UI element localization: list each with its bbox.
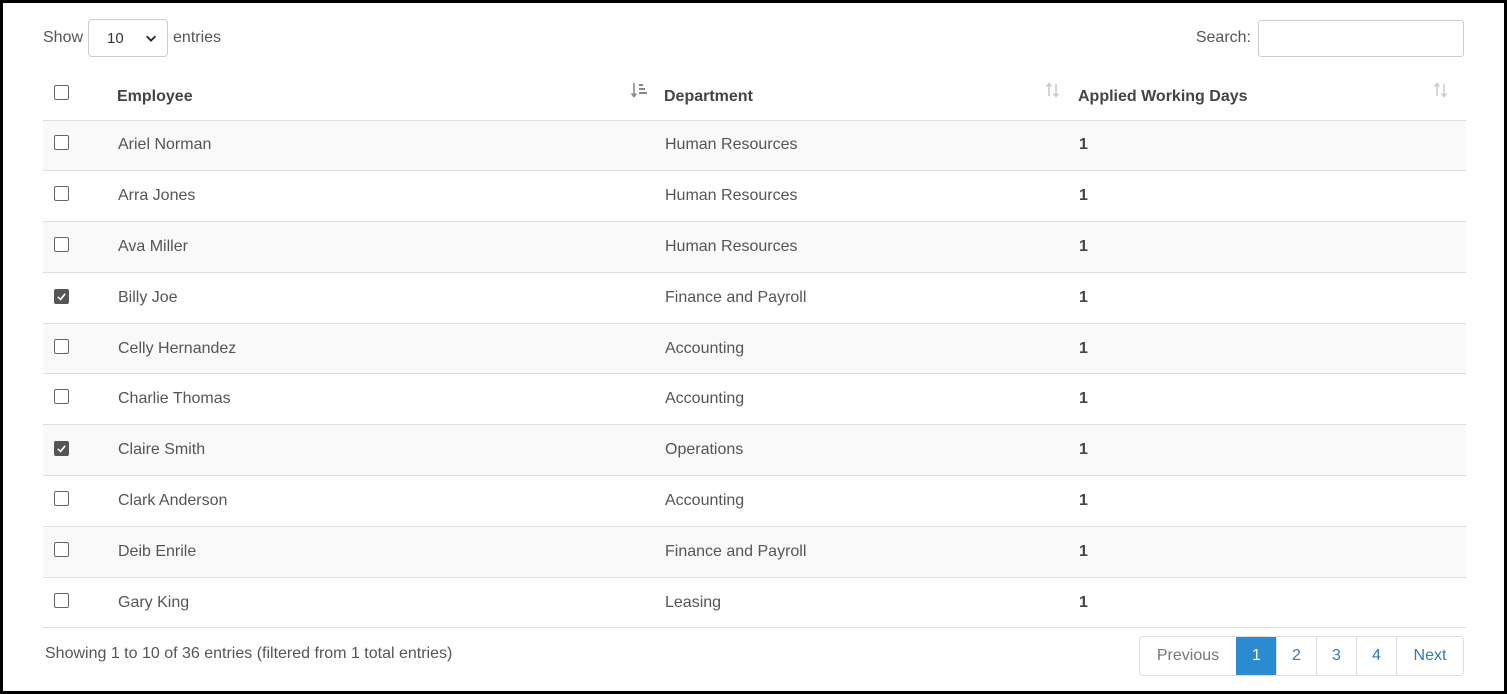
- employee-cell: Claire Smith: [118, 441, 206, 459]
- header-applied-working-days[interactable]: Applied Working Days: [1078, 70, 1466, 121]
- table-row[interactable]: Clark Anderson Accounting 1: [43, 475, 1466, 527]
- sort-unsorted-icon[interactable]: [1044, 81, 1062, 99]
- header-applied-working-days-label: Applied Working Days: [1078, 87, 1248, 105]
- header-department-label: Department: [664, 87, 753, 105]
- row-checkbox[interactable]: [54, 186, 69, 202]
- row-checkbox[interactable]: [54, 236, 69, 252]
- department-cell: Accounting: [665, 390, 745, 408]
- row-select-cell: [43, 526, 117, 577]
- check-icon: [57, 293, 66, 301]
- entries-per-page-value: 10: [107, 29, 124, 47]
- department-cell: Accounting: [665, 491, 745, 509]
- row-checkbox[interactable]: [54, 135, 69, 151]
- employee-cell: Gary King: [118, 593, 190, 611]
- table-row[interactable]: Arra Jones Human Resources 1: [43, 170, 1466, 222]
- row-select-cell: [43, 120, 117, 171]
- table-info: Showing 1 to 10 of 36 entries (filtered …: [45, 645, 453, 662]
- previous-page-button[interactable]: Previous: [1140, 637, 1236, 675]
- row-checkbox[interactable]: [54, 389, 69, 405]
- table-row[interactable]: Deib Enrile Finance and Payroll 1: [43, 526, 1466, 578]
- entries-per-page-select[interactable]: 10: [88, 19, 169, 57]
- row-checkbox[interactable]: [54, 490, 69, 506]
- show-label: Show: [43, 29, 84, 46]
- sort-ascending-icon[interactable]: [630, 81, 648, 99]
- row-select-cell: [43, 374, 117, 425]
- header-select-cell: [43, 70, 117, 121]
- row-select-cell: [43, 425, 117, 476]
- applied-working-days-cell: 1: [1079, 390, 1088, 408]
- row-select-cell: [43, 577, 117, 628]
- pagination: Previous 1 2 3 4 Next: [1139, 636, 1464, 676]
- department-cell: Leasing: [665, 593, 722, 611]
- entries-length-control: Show 10 entries: [43, 19, 221, 57]
- applied-working-days-cell: 1: [1079, 237, 1088, 255]
- search-label: Search:: [1195, 29, 1251, 46]
- employee-table-panel: Show 10 entries Search: Employee Departm…: [0, 0, 1507, 694]
- sort-unsorted-icon[interactable]: [1432, 81, 1450, 99]
- table-body: Ariel Norman Human Resources 1 Arra Jones Hu…: [43, 120, 1466, 628]
- department-cell: Human Resources: [665, 237, 798, 255]
- search-control: Search:: [1196, 19, 1464, 57]
- page-3-button[interactable]: 3: [1316, 637, 1356, 675]
- employee-table: Employee Department Applied Working Days: [43, 70, 1466, 628]
- page-4-button[interactable]: 4: [1356, 637, 1396, 675]
- department-cell: Operations: [665, 441, 744, 459]
- employee-cell: Arra Jones: [118, 187, 196, 205]
- applied-working-days-cell: 1: [1079, 187, 1088, 205]
- row-checkbox[interactable]: [54, 592, 69, 608]
- row-select-cell: [43, 171, 117, 222]
- row-checkbox[interactable]: [54, 441, 69, 457]
- table-row[interactable]: Charlie Thomas Accounting 1: [43, 373, 1466, 425]
- page-1-button[interactable]: 1: [1236, 637, 1276, 675]
- table-toolbar: Show 10 entries Search:: [43, 19, 1464, 59]
- department-cell: Finance and Payroll: [665, 542, 807, 560]
- select-all-checkbox[interactable]: [54, 84, 69, 100]
- row-checkbox[interactable]: [54, 338, 69, 354]
- department-cell: Human Resources: [665, 136, 798, 154]
- table-row[interactable]: Gary King Leasing 1: [43, 577, 1466, 628]
- check-icon: [57, 445, 66, 453]
- employee-cell: Charlie Thomas: [118, 390, 231, 408]
- header-department[interactable]: Department: [664, 70, 1078, 121]
- applied-working-days-cell: 1: [1079, 339, 1088, 357]
- search-input[interactable]: [1258, 19, 1464, 57]
- table-row[interactable]: Ava Miller Human Resources 1: [43, 221, 1466, 273]
- applied-working-days-cell: 1: [1079, 136, 1088, 154]
- applied-working-days-cell: 1: [1079, 441, 1088, 459]
- table-header-row: Employee Department Applied Working Days: [43, 70, 1466, 121]
- header-employee[interactable]: Employee: [117, 70, 664, 121]
- table-row[interactable]: Celly Hernandez Accounting 1: [43, 323, 1466, 374]
- header-employee-label: Employee: [117, 87, 193, 105]
- next-page-button[interactable]: Next: [1396, 637, 1463, 675]
- table-row[interactable]: Ariel Norman Human Resources 1: [43, 120, 1466, 171]
- applied-working-days-cell: 1: [1079, 491, 1088, 509]
- row-checkbox[interactable]: [54, 288, 69, 304]
- row-select-cell: [43, 222, 117, 273]
- employee-cell: Deib Enrile: [118, 542, 197, 560]
- page-2-button[interactable]: 2: [1276, 637, 1316, 675]
- employee-cell: Ava Miller: [118, 237, 188, 255]
- department-cell: Human Resources: [665, 187, 798, 205]
- row-select-cell: [43, 272, 117, 323]
- row-checkbox[interactable]: [54, 541, 69, 557]
- employee-cell: Billy Joe: [118, 288, 178, 306]
- employee-cell: Celly Hernandez: [118, 339, 237, 357]
- chevron-down-icon: [146, 35, 157, 42]
- table-row[interactable]: Claire Smith Operations 1: [43, 424, 1466, 476]
- applied-working-days-cell: 1: [1079, 593, 1088, 611]
- employee-cell: Ariel Norman: [118, 136, 212, 154]
- entries-label: entries: [173, 29, 222, 46]
- applied-working-days-cell: 1: [1079, 542, 1088, 560]
- employee-cell: Clark Anderson: [118, 491, 228, 509]
- row-select-cell: [43, 323, 117, 374]
- department-cell: Finance and Payroll: [665, 288, 807, 306]
- table-row[interactable]: Billy Joe Finance and Payroll 1: [43, 272, 1466, 324]
- department-cell: Accounting: [665, 339, 745, 357]
- row-select-cell: [43, 476, 117, 527]
- applied-working-days-cell: 1: [1079, 288, 1088, 306]
